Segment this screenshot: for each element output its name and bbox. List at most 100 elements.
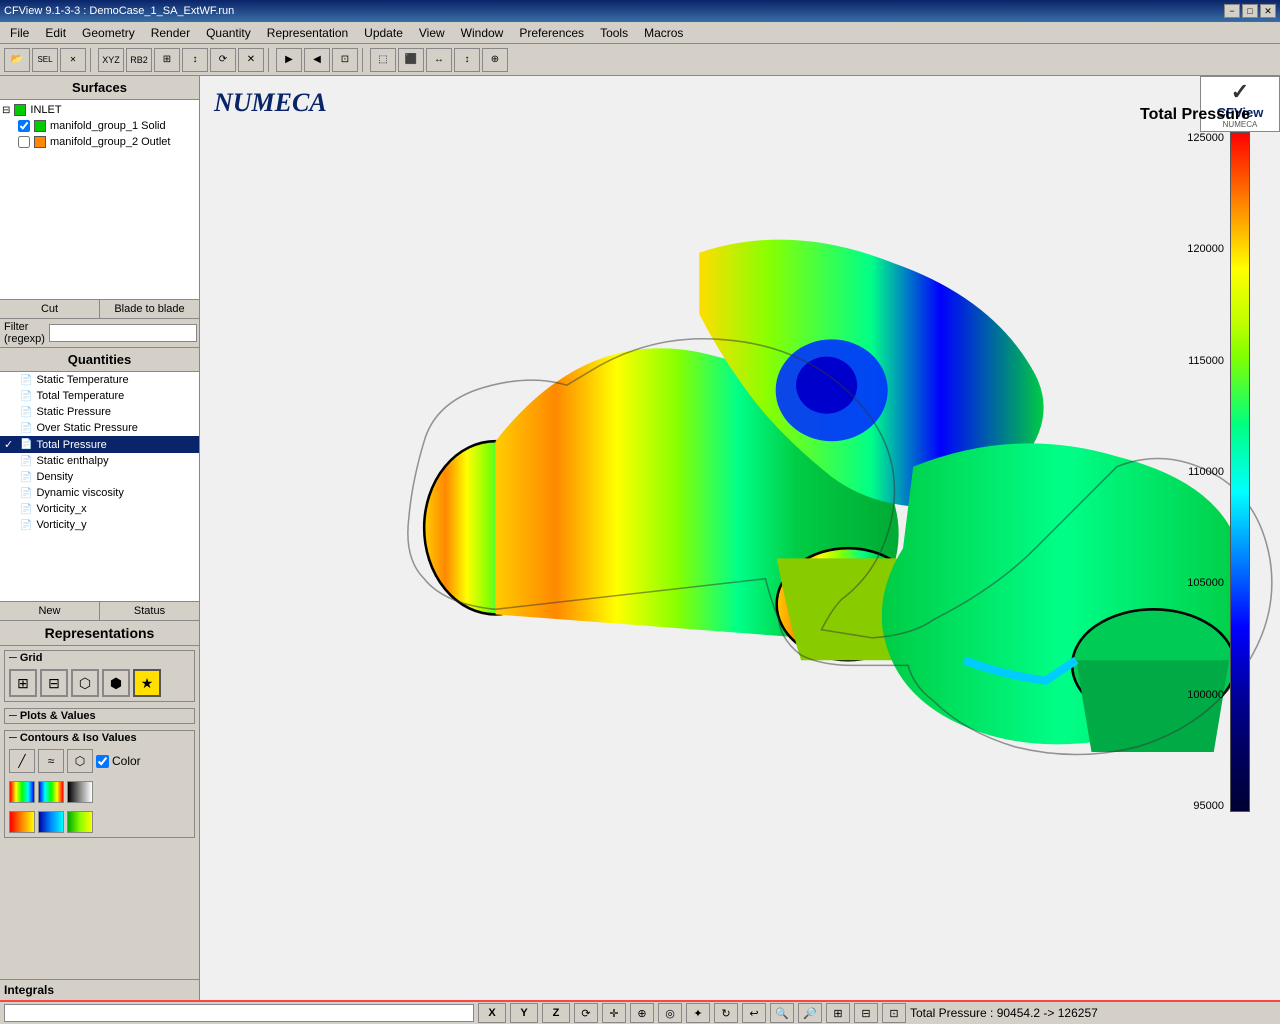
menu-preferences[interactable]: Preferences <box>511 24 592 42</box>
qty-vorticity-y[interactable]: 📄 Vorticity_y <box>0 517 199 533</box>
spin-btn[interactable]: ↻ <box>714 1003 738 1023</box>
filter-label: Filter (regexp) <box>4 321 45 345</box>
close-button[interactable]: ✕ <box>1260 4 1276 18</box>
qty-static-temperature[interactable]: 📄 Static Temperature <box>0 372 199 388</box>
toolbar-xyz[interactable]: XYZ <box>98 48 124 72</box>
menu-representation[interactable]: Representation <box>259 24 356 42</box>
colormap-2[interactable] <box>38 781 64 803</box>
fit-btn[interactable]: ⊞ <box>826 1003 850 1023</box>
menu-macros[interactable]: Macros <box>636 24 691 42</box>
surface-item-manifold1[interactable]: manifold_group_1 Solid <box>2 118 197 134</box>
toolbar-btn9[interactable]: ⊡ <box>332 48 358 72</box>
zoom-in-btn[interactable]: 🔍 <box>770 1003 794 1023</box>
qty-static-pressure[interactable]: 📄 Static Pressure <box>0 404 199 420</box>
manifold2-checkbox[interactable] <box>18 136 30 148</box>
qty-total-pressure[interactable]: ✓ 📄 Total Pressure <box>0 436 199 453</box>
zoom-out-btn[interactable]: 🔎 <box>798 1003 822 1023</box>
grid-buttons: ⊞ ⊟ ⬡ ⬢ ★ <box>5 665 194 701</box>
toolbar-select[interactable]: SEL <box>32 48 58 72</box>
menu-tools[interactable]: Tools <box>592 24 636 42</box>
colormap-6[interactable] <box>67 811 93 833</box>
x-coord-btn[interactable]: X <box>478 1003 506 1023</box>
surface-item-manifold2[interactable]: manifold_group_2 Outlet <box>2 134 197 150</box>
qty-static-enthalpy[interactable]: 📄 Static enthalpy <box>0 453 199 469</box>
undo-btn[interactable]: ↩ <box>742 1003 766 1023</box>
y-coord-btn[interactable]: Y <box>510 1003 538 1023</box>
snap-btn[interactable]: ⊟ <box>854 1003 878 1023</box>
grid-btn-1[interactable]: ⊞ <box>9 669 37 697</box>
colormap-1[interactable] <box>9 781 35 803</box>
titlebar-controls: − □ ✕ <box>1224 4 1276 18</box>
viewport[interactable]: ✓ CFView NUMECA NUMECA <box>200 76 1280 1000</box>
qty-dynamic-viscosity[interactable]: 📄 Dynamic viscosity <box>0 485 199 501</box>
manifold1-label: manifold_group_1 Solid <box>50 120 166 132</box>
colorscale-bar <box>1230 132 1250 812</box>
menu-file[interactable]: File <box>2 24 37 42</box>
menu-window[interactable]: Window <box>453 24 512 42</box>
rotate-btn[interactable]: ⟳ <box>574 1003 598 1023</box>
maximize-button[interactable]: □ <box>1242 4 1258 18</box>
toolbar-btn14[interactable]: ⊕ <box>482 48 508 72</box>
colormap-5[interactable] <box>38 811 64 833</box>
new-status-bar: New Status <box>0 602 199 621</box>
menu-render[interactable]: Render <box>143 24 198 42</box>
z-coord-btn[interactable]: Z <box>542 1003 570 1023</box>
toolbar-close[interactable]: ✕ <box>60 48 86 72</box>
left-panel: Surfaces ⊟ INLET manifold_group_1 Solid … <box>0 76 200 1000</box>
contour-btn-line[interactable]: ╱ <box>9 749 35 773</box>
qty-density[interactable]: 📄 Density <box>0 469 199 485</box>
move-btn[interactable]: ✛ <box>602 1003 626 1023</box>
menu-update[interactable]: Update <box>356 24 411 42</box>
titlebar: CFView 9.1-3-3 : DemoCase_1_SA_ExtWF.run… <box>0 0 1280 22</box>
colormap-4[interactable] <box>9 811 35 833</box>
select-btn[interactable]: ◎ <box>658 1003 682 1023</box>
toolbar-btn3[interactable]: ⊞ <box>154 48 180 72</box>
toolbar-btn6[interactable]: ✕ <box>238 48 264 72</box>
grid-btn-3[interactable]: ⬡ <box>71 669 99 697</box>
color-checkbox[interactable] <box>96 755 109 768</box>
grid-btn-2[interactable]: ⊟ <box>40 669 68 697</box>
filter-input[interactable] <box>49 324 197 342</box>
toolbar-open[interactable]: 📂 <box>4 48 30 72</box>
status-button[interactable]: Status <box>100 602 199 620</box>
contour-btn-wave[interactable]: ≈ <box>38 749 64 773</box>
new-button[interactable]: New <box>0 602 100 620</box>
manifold2-label: manifold_group_2 Outlet <box>50 136 170 148</box>
statusbar: X Y Z ⟳ ✛ ⊕ ◎ ✦ ↻ ↩ 🔍 🔎 ⊞ ⊟ ⊡ Total Pres… <box>0 1000 1280 1024</box>
minimize-button[interactable]: − <box>1224 4 1240 18</box>
colorscale-bar-container: 125000 120000 115000 110000 105000 10000… <box>1187 132 1250 812</box>
menu-edit[interactable]: Edit <box>37 24 74 42</box>
toolbar-btn7[interactable]: ▶ <box>276 48 302 72</box>
statusbar-input[interactable] <box>4 1004 474 1022</box>
grid-btn-5[interactable]: ★ <box>133 669 161 697</box>
manifold1-checkbox[interactable] <box>18 120 30 132</box>
qty-total-temperature[interactable]: 📄 Total Temperature <box>0 388 199 404</box>
expand-icon[interactable]: ⊟ <box>2 105 10 116</box>
color-label: Color <box>112 754 141 768</box>
surface-group-inlet[interactable]: ⊟ INLET <box>2 102 197 118</box>
surface-group-inlet-label: INLET <box>30 104 61 116</box>
menu-geometry[interactable]: Geometry <box>74 24 143 42</box>
qty-over-static-pressure[interactable]: 📄 Over Static Pressure <box>0 420 199 436</box>
blade-to-blade-button[interactable]: Blade to blade <box>100 300 199 318</box>
toolbar-sep-1 <box>90 48 94 72</box>
toolbar-btn8[interactable]: ◀ <box>304 48 330 72</box>
toolbar-btn11[interactable]: ⬛ <box>398 48 424 72</box>
contour-btn-hex[interactable]: ⬡ <box>67 749 93 773</box>
cut-button[interactable]: Cut <box>0 300 100 318</box>
toolbar-rb2[interactable]: RB2 <box>126 48 152 72</box>
toolbar-btn13[interactable]: ↕ <box>454 48 480 72</box>
grid-view-btn[interactable]: ⊡ <box>882 1003 906 1023</box>
colormap-3[interactable] <box>67 781 93 803</box>
zoom-btn[interactable]: ⊕ <box>630 1003 654 1023</box>
menu-view[interactable]: View <box>411 24 453 42</box>
toolbar-btn10[interactable]: ⬚ <box>370 48 396 72</box>
toolbar-btn12[interactable]: ↔ <box>426 48 452 72</box>
qty-vorticity-x[interactable]: 📄 Vorticity_x <box>0 501 199 517</box>
toolbar-btn5[interactable]: ⟳ <box>210 48 236 72</box>
manifold2-color <box>34 136 46 148</box>
menu-quantity[interactable]: Quantity <box>198 24 259 42</box>
toolbar-btn4[interactable]: ↕ <box>182 48 208 72</box>
pan-btn[interactable]: ✦ <box>686 1003 710 1023</box>
grid-btn-4[interactable]: ⬢ <box>102 669 130 697</box>
